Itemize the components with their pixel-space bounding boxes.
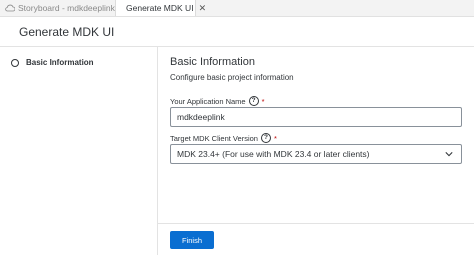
step-basic-information[interactable]: Basic Information (11, 58, 94, 67)
mdk-version-label: Target MDK Client Version (170, 133, 258, 143)
mdk-version-select[interactable]: MDK 23.4+ (For use with MDK 23.4 or late… (170, 144, 462, 164)
step-circle-icon (11, 58, 19, 67)
page-title: Generate MDK UI (19, 25, 115, 39)
app-name-label: Your Application Name (170, 96, 246, 106)
mdk-version-selected-value: MDK 23.4+ (For use with MDK 23.4 or late… (177, 149, 370, 159)
tab-storyboard-label: Storyboard - mdkdeeplink (18, 3, 115, 13)
required-marker: * (273, 133, 277, 143)
app-name-input[interactable]: mdkdeeplink (170, 107, 462, 127)
section-title: Basic Information (170, 56, 255, 68)
cloud-icon (5, 4, 15, 12)
app-name-label-row: Your Application Name ? * (170, 96, 265, 106)
required-marker: * (261, 96, 265, 106)
mdk-version-label-row: Target MDK Client Version ? * (170, 133, 277, 143)
tab-bar: Storyboard - mdkdeeplink Generate MDK UI… (0, 0, 474, 17)
chevron-down-icon (445, 152, 453, 157)
close-icon[interactable]: ✕ (199, 3, 207, 14)
help-icon[interactable]: ? (260, 133, 271, 143)
header-divider (0, 46, 474, 47)
tab-generate-mdk-ui[interactable]: Generate MDK UI ✕ (116, 0, 206, 16)
tab-generate-mdk-ui-label: Generate MDK UI (126, 3, 194, 13)
tab-storyboard[interactable]: Storyboard - mdkdeeplink (0, 0, 116, 16)
step-label: Basic Information (26, 58, 94, 67)
finish-button[interactable]: Finish (170, 231, 214, 249)
help-icon[interactable]: ? (248, 96, 259, 106)
section-description: Configure basic project information (170, 73, 294, 82)
footer-divider (158, 223, 474, 224)
